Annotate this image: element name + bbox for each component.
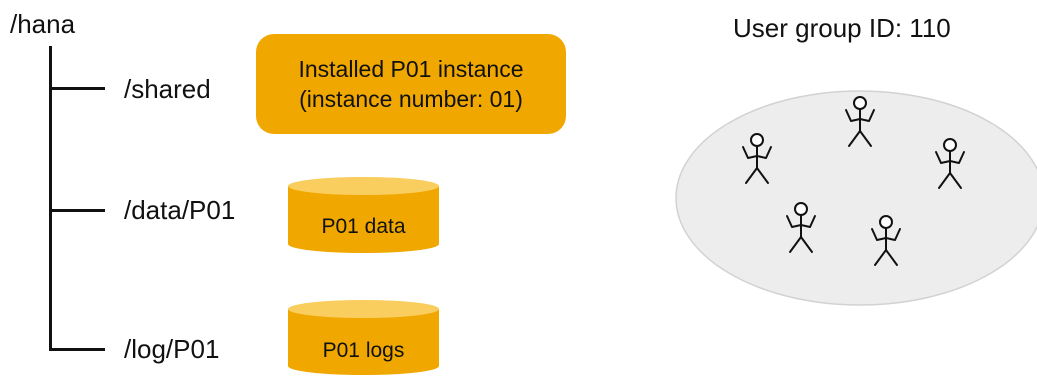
user-group-area bbox=[675, 90, 1037, 306]
hana-filesystem-diagram: /hana /shared /data/P01 /log/P01 Install… bbox=[0, 0, 1037, 380]
